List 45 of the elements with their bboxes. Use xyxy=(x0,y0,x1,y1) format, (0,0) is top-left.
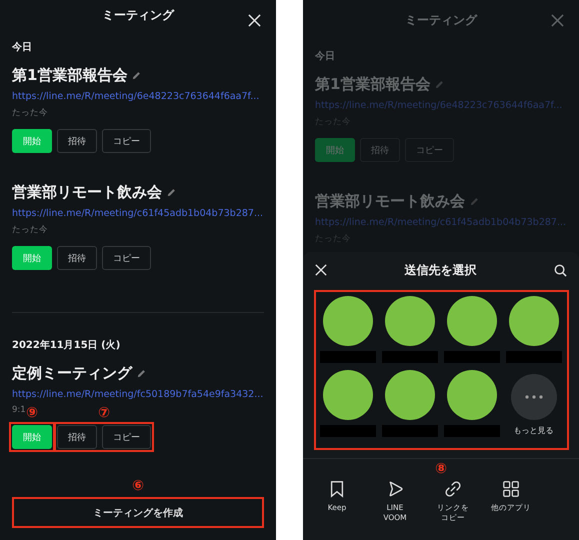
action-button[interactable]: コピー xyxy=(102,425,151,449)
annotation-number: ⑧ xyxy=(435,462,447,476)
pencil-icon[interactable] xyxy=(136,368,147,379)
meeting-link[interactable]: https://line.me/R/meeting/6e48223c763644f6aa7f... xyxy=(12,91,260,102)
bookmark-icon[interactable] xyxy=(328,480,346,498)
redaction-bar xyxy=(444,351,500,363)
screen-title: ミーティング xyxy=(405,12,477,28)
action-button[interactable]: 招待 xyxy=(57,425,97,449)
pencil-icon[interactable] xyxy=(131,70,142,81)
pencil-icon[interactable] xyxy=(166,187,177,198)
close-icon[interactable] xyxy=(248,14,261,27)
screen-title: ミーティング xyxy=(102,7,174,24)
action-button[interactable]: コピー xyxy=(102,246,151,270)
meeting-title: 第1営業部報告会 xyxy=(12,66,128,85)
redaction-bar xyxy=(382,425,438,437)
annotation-number: ⑨ xyxy=(26,406,38,420)
redaction-bar xyxy=(320,351,376,363)
action-button[interactable]: 招待 xyxy=(57,246,97,270)
redaction-bar xyxy=(382,351,438,363)
meeting-time: たった今 xyxy=(12,224,48,236)
search-icon[interactable] xyxy=(554,264,567,276)
section-heading: 今日 xyxy=(315,50,335,63)
section-heading: 2022年11月15日 (火) xyxy=(12,338,120,352)
action-button[interactable]: コピー xyxy=(102,129,151,153)
meeting-title: 第1営業部報告会 xyxy=(315,75,430,94)
meeting-title: 営業部リモート飲み会 xyxy=(12,183,162,202)
redaction-bar xyxy=(444,425,500,437)
more-label[interactable]: もっと見る xyxy=(514,425,554,436)
meeting-time: たった今 xyxy=(12,107,48,119)
action-button[interactable]: 招待 xyxy=(57,129,97,153)
create-meeting-button[interactable]: ミーティングを作成 xyxy=(12,497,264,528)
link-icon[interactable] xyxy=(444,480,462,498)
redaction-bar xyxy=(506,351,562,363)
meeting-title: 定例ミーティング xyxy=(12,364,132,383)
annotation-number: ⑥ xyxy=(132,479,144,493)
section-heading: 今日 xyxy=(12,40,32,54)
meeting-title: 営業部リモート飲み会 xyxy=(315,192,465,211)
meeting-link[interactable]: https://line.me/R/meeting/fc50189b7fa54e9fa3432... xyxy=(12,389,264,400)
sheet-title: 送信先を選択 xyxy=(404,262,476,278)
meeting-link[interactable]: https://line.me/R/meeting/c61f45adb1b04b73b287... xyxy=(12,208,264,219)
annotation-number: ⑦ xyxy=(98,406,110,420)
close-icon[interactable] xyxy=(315,264,327,276)
meeting-time: 9:1 xyxy=(12,405,26,415)
grid-icon[interactable] xyxy=(502,480,520,498)
redaction-bar xyxy=(320,425,376,437)
